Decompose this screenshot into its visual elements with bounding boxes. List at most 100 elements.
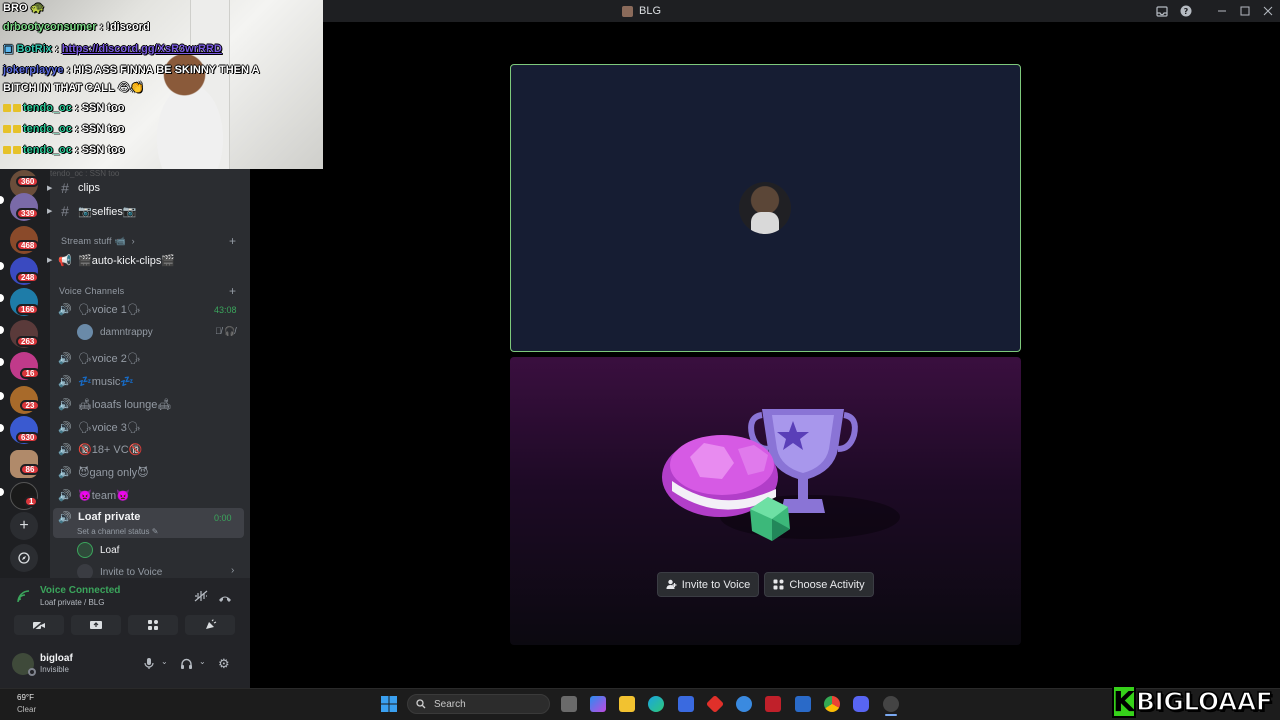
mention-badge: 468 <box>16 240 40 251</box>
kick-logo-letter: K <box>1112 685 1136 718</box>
bot-icon: ▣ <box>3 43 14 55</box>
chat-message: tendo_oc : SSN too <box>3 102 124 114</box>
app-icon[interactable] <box>883 696 899 712</box>
username[interactable]: bigloaf <box>40 653 73 664</box>
category-voice-channels[interactable]: Voice Channels <box>59 286 124 296</box>
svg-text:?: ? <box>1184 7 1189 16</box>
activities-button[interactable] <box>128 615 178 635</box>
voice-channel-gang-only[interactable]: 🔊 😈gang only😈 <box>58 462 149 482</box>
soundboard-button[interactable] <box>185 615 235 635</box>
discord-icon[interactable] <box>853 696 869 712</box>
mention-badge: 630 <box>16 432 40 443</box>
task-view-icon[interactable] <box>561 696 577 712</box>
voice-member[interactable]: damntrappy <box>77 323 153 341</box>
noise-suppression-icon[interactable] <box>194 590 208 605</box>
speaker-icon: 🔊 <box>58 375 72 388</box>
title-bar <box>250 0 1280 22</box>
add-channel-icon[interactable]: + <box>229 234 236 248</box>
chat-message: tendo_oc : SSN too <box>3 144 124 156</box>
gear-icon[interactable]: ⚙ <box>218 656 230 672</box>
activity-icon <box>773 579 784 590</box>
voice-channel-voice-2[interactable]: 🔊 🗣voice 2🗣 <box>58 348 141 368</box>
category-stream-stuff[interactable]: Stream stuff 📹 › <box>61 236 135 247</box>
taskbar-search[interactable]: Search <box>407 694 550 714</box>
store-icon[interactable] <box>678 696 694 712</box>
disconnect-icon[interactable] <box>218 591 232 606</box>
channel-name-logo: BIGLOAAF <box>1135 686 1273 717</box>
mention-badge: 16 <box>20 368 40 379</box>
call-timer: 43:08 <box>214 305 237 315</box>
add-server-icon[interactable]: + <box>10 512 38 540</box>
chevron-down-icon[interactable]: ⌄ <box>161 657 168 666</box>
invite-to-voice-button[interactable]: Invite to Voice <box>657 572 759 597</box>
pencil-icon: ✎ <box>151 527 159 536</box>
subscriber-badge-icon <box>3 125 11 134</box>
taskbar <box>0 688 1280 720</box>
user-panel <box>0 640 250 688</box>
channel-status-prompt[interactable]: Set a channel status ✎ <box>77 527 158 536</box>
camera-button[interactable] <box>14 615 64 635</box>
activity-illustration <box>662 409 900 541</box>
channel-clips[interactable]: # clips <box>58 178 100 198</box>
windows-start-icon[interactable] <box>381 696 397 715</box>
chat-message: tendo_oc : SSN too <box>3 123 124 135</box>
close-icon[interactable] <box>1256 0 1280 22</box>
soundboard-icon <box>205 619 216 629</box>
channel-selfies[interactable]: # 📷selfies📷 <box>58 201 136 221</box>
voice-channel-voice-3[interactable]: 🔊 🗣voice 3🗣 <box>58 417 141 437</box>
chevron-right-icon: ▶ <box>47 185 53 192</box>
choose-activity-button[interactable]: Choose Activity <box>764 572 874 597</box>
add-channel-icon[interactable]: + <box>229 284 236 298</box>
mention-badge: 248 <box>16 272 40 283</box>
edge-icon[interactable] <box>648 696 664 712</box>
voice-member[interactable]: Loaf <box>77 541 119 559</box>
speaker-icon: 🔊 <box>58 303 72 316</box>
camera-off-icon <box>32 619 45 631</box>
voice-channel-team[interactable]: 🔊 👿team👿 <box>58 485 130 505</box>
help-icon[interactable] <box>736 696 752 712</box>
chat-message: BITCH IN THAT CALL 😂👏 <box>3 82 145 94</box>
voice-status[interactable]: Voice Connected <box>40 585 120 596</box>
microphone-icon[interactable] <box>143 657 155 673</box>
maximize-icon[interactable] <box>1233 0 1257 22</box>
mail-icon[interactable] <box>795 696 811 712</box>
invisible-status-icon <box>28 668 36 676</box>
chat-message: jokerplayye : HIS ASS FINNA BE SKINNY TH… <box>3 64 260 76</box>
minimize-icon[interactable] <box>1210 0 1234 22</box>
voice-channel-music[interactable]: 🔊 💤music💤 <box>58 371 134 391</box>
window-title: BLG <box>622 0 661 22</box>
speaker-icon: 🔊 <box>58 443 72 456</box>
chevron-down-icon[interactable]: ⌄ <box>199 657 206 666</box>
subscriber-badge-icon <box>13 146 21 155</box>
speaker-icon: 🔊 <box>58 398 72 411</box>
avatar <box>77 324 93 340</box>
voice-channel-voice-1[interactable]: 🔊 🗣voice 1🗣 <box>58 299 141 319</box>
chevron-right-icon: ▶ <box>47 208 53 215</box>
headphones-icon[interactable] <box>180 657 193 673</box>
voice-channel-loaafs-lounge[interactable]: 🔊 🛋loaafs lounge🛋 <box>58 394 171 414</box>
channel-auto-kick-clips[interactable]: 📢 🎬auto-kick-clips🎬 <box>58 250 175 270</box>
mention-badge: 360 <box>16 176 40 187</box>
muted-deafened-icon: 🎙̸ 🎧̸ <box>215 326 236 336</box>
help-icon[interactable]: ? <box>1174 0 1198 22</box>
inbox-icon[interactable] <box>1150 0 1174 22</box>
copilot-icon[interactable] <box>590 696 606 712</box>
voice-channel-18-vc[interactable]: 🔊 🔞18+ VC🔞 <box>58 439 142 459</box>
loaf-private-label: 🔊 Loaf private <box>58 511 141 524</box>
mention-badge: 86 <box>20 464 40 475</box>
chevron-right-icon: › <box>231 565 235 576</box>
subscriber-badge-icon <box>3 146 11 155</box>
chat-message-faded: tendo_oc : SSN too <box>50 169 120 178</box>
mention-badge: 263 <box>16 336 40 347</box>
announcement-icon: 📢 <box>58 254 72 267</box>
kick-logo: K BIGLOAAF <box>1112 683 1280 720</box>
file-explorer-icon[interactable] <box>619 696 635 712</box>
subscriber-badge-icon <box>3 104 11 113</box>
chrome-icon[interactable] <box>824 696 840 712</box>
mention-badge: 339 <box>16 208 40 219</box>
voice-location[interactable]: Loaf private / BLG <box>40 598 104 607</box>
antivirus-icon[interactable] <box>765 696 781 712</box>
discover-icon[interactable] <box>10 544 38 572</box>
weather-temp[interactable]: 69°F <box>17 693 34 702</box>
screen-share-button[interactable] <box>71 615 121 635</box>
